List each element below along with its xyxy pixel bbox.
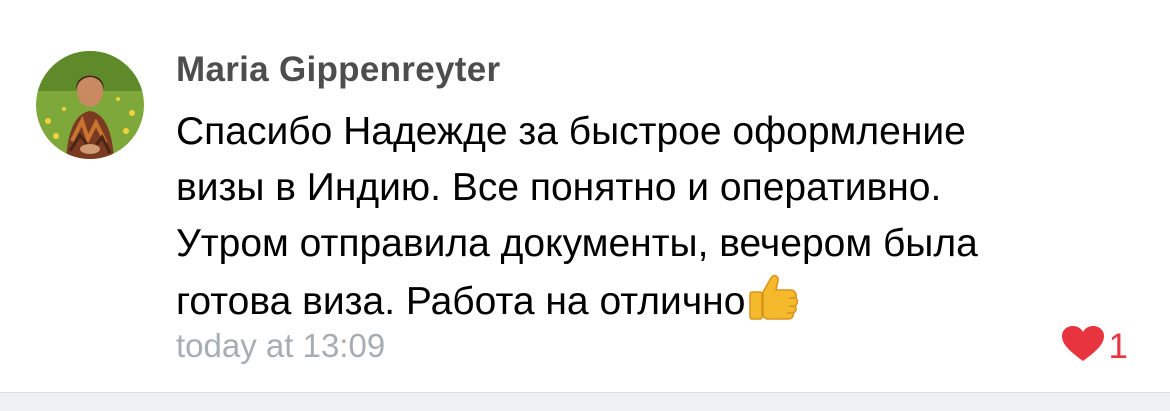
- comment-item: Maria Gippenreyter Спасибо Надежде за бы…: [0, 0, 1170, 392]
- comment-text-line: Утром отправила документы, вечером была: [176, 222, 978, 265]
- comment-text: Спасибо Надежде за быстрое оформление ви…: [176, 104, 1136, 336]
- author-name[interactable]: Maria Gippenreyter: [176, 50, 500, 90]
- separator: [0, 392, 1170, 411]
- thumbs-up-icon: [747, 272, 799, 336]
- like-count: 1: [1108, 326, 1128, 366]
- comment-text-line-content: готова виза. Работа на отлично: [176, 280, 746, 323]
- comment-timestamp: today at 13:09: [176, 327, 386, 364]
- comment-text-line: Спасибо Надежде за быстрое оформление: [176, 110, 966, 153]
- avatar-photo: [36, 51, 144, 159]
- like-button[interactable]: 1: [1061, 325, 1128, 368]
- heart-icon: [1061, 325, 1105, 368]
- comment-text-line: визы в Индию. Все понятно и оперативно.: [176, 166, 942, 209]
- avatar[interactable]: [36, 51, 144, 159]
